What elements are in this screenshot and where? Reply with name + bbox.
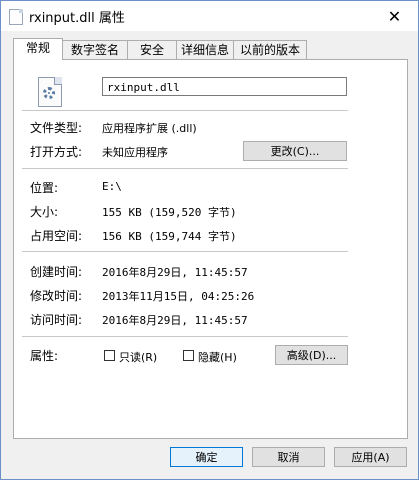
tab-previous-versions[interactable]: 以前的版本: [233, 40, 307, 59]
readonly-checkbox[interactable]: [104, 350, 115, 361]
title-bar[interactable]: rxinput.dll 属性 ✕: [1, 1, 418, 31]
accessed-value: 2016年8月29日, 11:45:57: [102, 314, 248, 327]
tab-digital-signatures[interactable]: 数字签名: [62, 40, 128, 59]
file-type-value: 应用程序扩展 (.dll): [102, 122, 197, 135]
advanced-button[interactable]: 高级(D)...: [275, 345, 348, 365]
window-title: rxinput.dll 属性: [29, 11, 125, 26]
hidden-checkbox[interactable]: [183, 350, 194, 361]
close-button[interactable]: ✕: [371, 1, 418, 31]
divider: [22, 336, 348, 337]
apply-button[interactable]: 应用(A): [334, 447, 407, 467]
size-on-disk-value: 156 KB (159,744 字节): [102, 230, 237, 243]
close-icon: ✕: [387, 6, 402, 26]
size-value: 155 KB (159,520 字节): [102, 206, 237, 219]
hidden-label[interactable]: 隐藏(H): [198, 349, 237, 365]
attributes-label: 属性:: [30, 349, 59, 363]
size-label: 大小:: [30, 205, 59, 219]
open-with-value: 未知应用程序: [102, 146, 168, 159]
file-name-field[interactable]: rxinput.dll: [102, 77, 347, 96]
open-with-label: 打开方式:: [30, 145, 83, 159]
change-button[interactable]: 更改(C)...: [243, 141, 347, 161]
gear-icon: [43, 87, 55, 99]
modified-label: 修改时间:: [30, 289, 83, 303]
properties-window: rxinput.dll 属性 ✕ 常规 数字签名 安全 详细信息 以前的版本 r…: [0, 0, 419, 480]
readonly-label[interactable]: 只读(R): [119, 349, 157, 365]
created-label: 创建时间:: [30, 265, 83, 279]
divider: [22, 110, 348, 111]
divider: [22, 168, 348, 169]
divider: [22, 251, 348, 252]
tab-general[interactable]: 常规: [13, 38, 63, 60]
modified-value: 2013年11月15日, 04:25:26: [102, 290, 255, 303]
dll-file-gear-icon: [38, 77, 62, 107]
created-value: 2016年8月29日, 11:45:57: [102, 266, 248, 279]
ok-button[interactable]: 确定: [170, 447, 243, 467]
location-label: 位置:: [30, 181, 59, 195]
location-value: E:\: [102, 180, 122, 193]
accessed-label: 访问时间:: [30, 313, 83, 327]
cancel-button[interactable]: 取消: [252, 447, 325, 467]
file-type-label: 文件类型:: [30, 121, 83, 135]
tab-security[interactable]: 安全: [127, 40, 177, 59]
dll-file-icon: [9, 9, 23, 25]
tab-details[interactable]: 详细信息: [176, 40, 234, 59]
general-panel: rxinput.dll 文件类型: 应用程序扩展 (.dll) 打开方式: 未知…: [13, 59, 408, 439]
size-on-disk-label: 占用空间:: [30, 229, 83, 243]
